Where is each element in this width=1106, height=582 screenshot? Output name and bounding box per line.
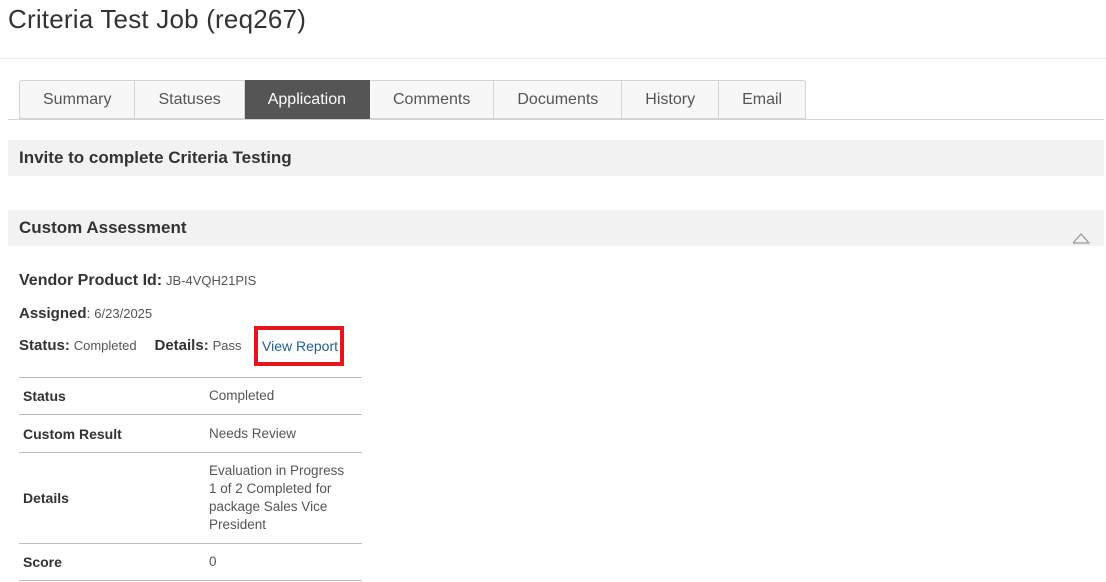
- tab-bar: Summary Statuses Application Comments Do…: [19, 80, 807, 119]
- tab-email[interactable]: Email: [719, 80, 807, 119]
- table-cell-label: Score: [19, 543, 204, 581]
- tab-statuses[interactable]: Statuses: [135, 80, 245, 119]
- vendor-product-id-row: Vendor Product Id: JB-4VQH21PIS: [19, 272, 256, 290]
- invite-section-header[interactable]: Invite to complete Criteria Testing: [8, 140, 1104, 176]
- table-cell-label: Status: [19, 377, 204, 415]
- assigned-colon: :: [86, 305, 91, 321]
- vendor-product-id-value: JB-4VQH21PIS: [166, 273, 257, 288]
- table-cell-value: 0: [204, 543, 362, 581]
- assessment-results-table: Status Completed Custom Result Needs Rev…: [19, 377, 362, 581]
- table-row: Custom Result Needs Review: [19, 414, 362, 453]
- tab-comments[interactable]: Comments: [370, 80, 495, 119]
- table-cell-value: Evaluation in Progress 1 of 2 Completed …: [204, 452, 362, 544]
- details-value: Pass: [212, 338, 242, 353]
- details-label: Details:: [154, 337, 209, 354]
- tab-summary[interactable]: Summary: [19, 80, 136, 119]
- tab-documents[interactable]: Documents: [494, 80, 623, 119]
- table-row: Score 0: [19, 543, 362, 581]
- table-row: Details Evaluation in Progress 1 of 2 Co…: [19, 452, 362, 544]
- assigned-row: Assigned: 6/23/2025: [19, 305, 152, 322]
- assessment-section-title: Custom Assessment: [19, 218, 187, 237]
- assessment-section-header[interactable]: Custom Assessment: [8, 210, 1104, 246]
- status-value: Completed: [73, 338, 137, 353]
- page-title: Criteria Test Job (req267): [8, 4, 307, 34]
- tab-application[interactable]: Application: [244, 80, 370, 119]
- table-cell-value: Completed: [204, 377, 362, 415]
- table-row: Status Completed: [19, 377, 362, 415]
- tab-history[interactable]: History: [622, 80, 720, 119]
- tabs-underline: [8, 119, 1104, 120]
- invite-section-title: Invite to complete Criteria Testing: [19, 148, 292, 167]
- view-report-link[interactable]: View Report: [262, 338, 338, 354]
- assigned-value: 6/23/2025: [94, 306, 153, 321]
- table-cell-label: Details: [19, 452, 204, 544]
- status-label: Status:: [19, 337, 70, 354]
- table-cell-label: Custom Result: [19, 414, 204, 453]
- assigned-label: Assigned: [19, 305, 87, 322]
- title-divider: [0, 58, 1106, 59]
- vendor-product-id-label: Vendor Product Id:: [19, 272, 163, 289]
- status-row: Status: Completed Details: Pass: [19, 337, 241, 354]
- table-cell-value: Needs Review: [204, 414, 362, 453]
- chevron-up-icon[interactable]: [1072, 221, 1090, 257]
